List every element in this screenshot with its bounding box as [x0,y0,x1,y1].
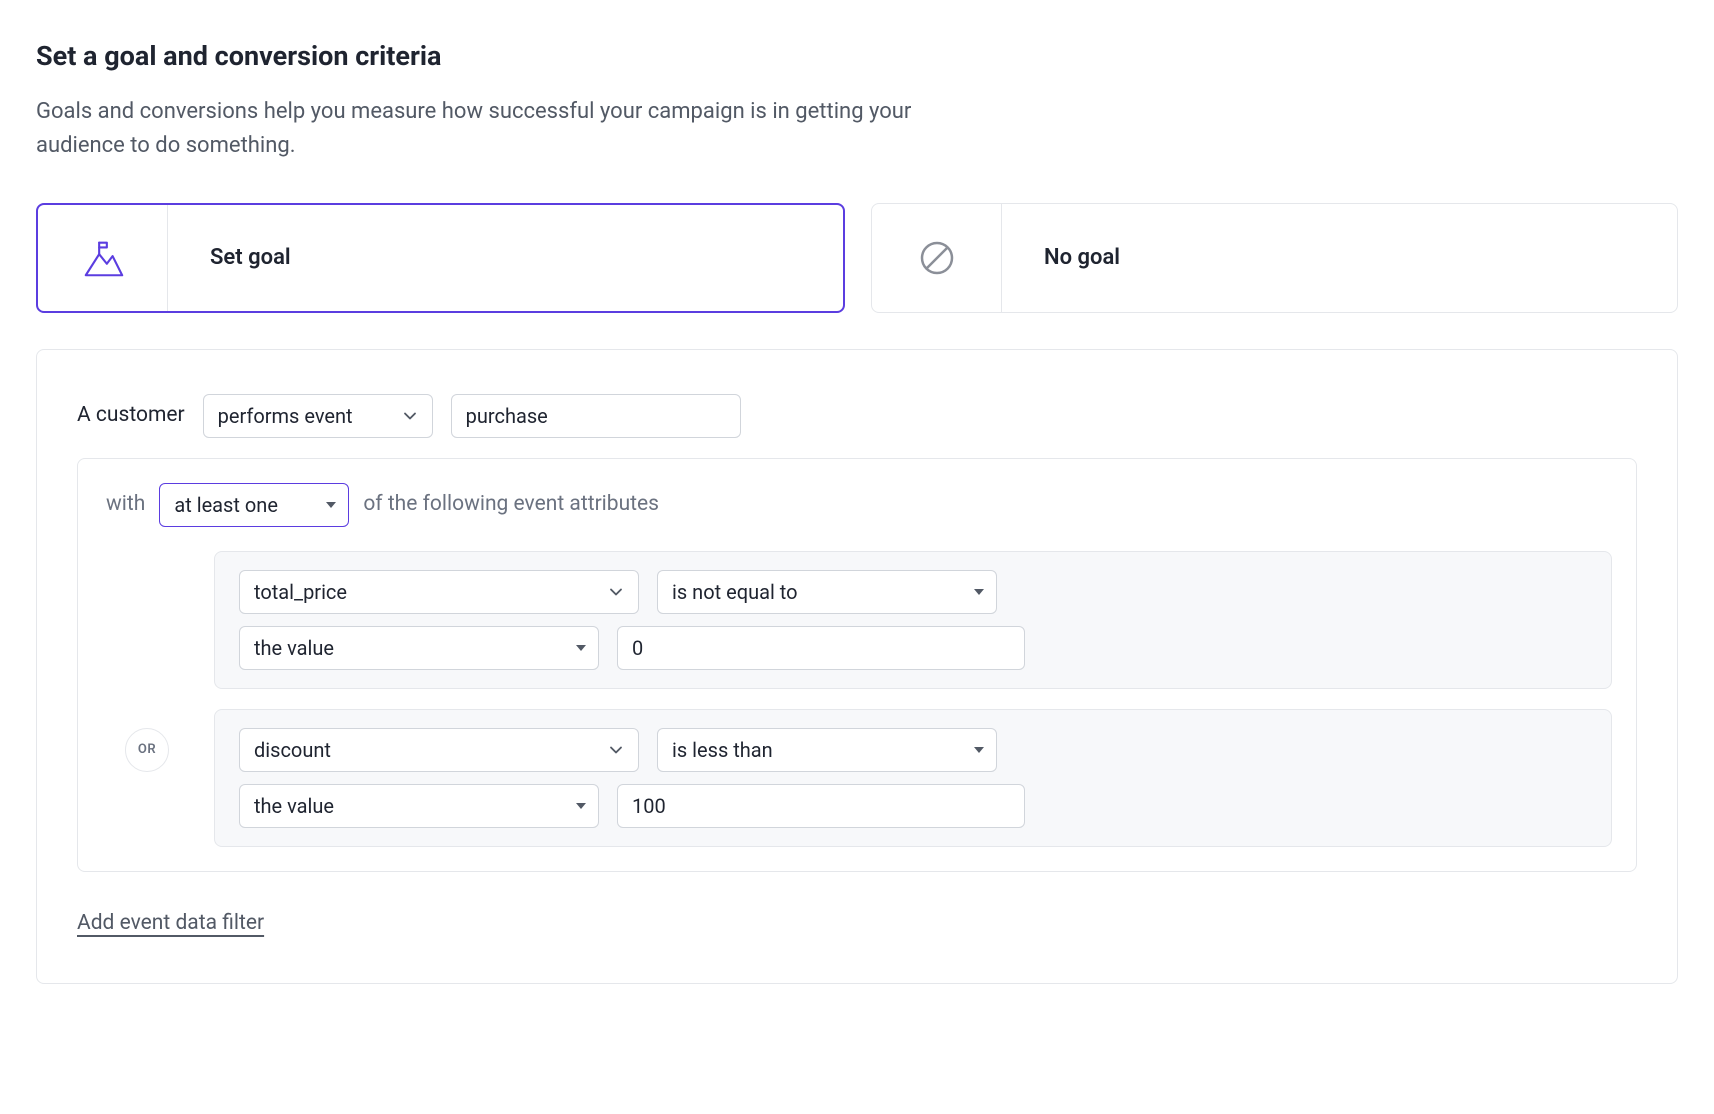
page-description: Goals and conversions help you measure h… [36,95,936,163]
action-select-value: performs event [218,401,353,431]
no-goal-tile[interactable]: No goal [871,203,1678,313]
triangle-down-icon [576,643,586,653]
attribute-select[interactable]: discount [239,728,639,772]
chevron-down-icon [400,406,420,426]
set-goal-label: Set goal [168,205,843,311]
value-input[interactable]: 0 [617,626,1025,670]
set-goal-tile[interactable]: Set goal [36,203,845,313]
action-select[interactable]: performs event [203,394,433,438]
operator-select[interactable]: is not equal to [657,570,997,614]
with-label: with [106,489,145,521]
criteria-panel: A customer performs event purchase with … [36,349,1678,985]
operator-value: is less than [672,735,773,765]
page-title: Set a goal and conversion criteria [36,36,1678,77]
filters-list: total_price is not equal to [106,551,1612,847]
event-name-value: purchase [466,401,548,431]
chevron-down-icon [606,740,626,760]
or-join-badge: OR [125,728,169,772]
no-goal-label: No goal [1002,204,1677,312]
operator-value: is not equal to [672,577,798,607]
filter-group: OR discount is less than [214,709,1612,847]
attribute-select[interactable]: total_price [239,570,639,614]
value-type-value: the value [254,791,334,821]
triangle-down-icon [326,500,336,510]
criteria-lead-text: A customer [77,400,185,432]
event-name-input[interactable]: purchase [451,394,741,438]
goal-type-tiles: Set goal No goal [36,203,1678,313]
value-type-select[interactable]: the value [239,626,599,670]
value-text: 0 [632,633,643,663]
attribute-value: discount [254,735,331,765]
filter-group: total_price is not equal to [214,551,1612,689]
mountain-flag-icon [38,205,168,311]
quantifier-select[interactable]: at least one [159,483,349,527]
event-attributes-panel: with at least one of the following event… [77,458,1637,872]
value-text: 100 [632,791,666,821]
triangle-down-icon [576,801,586,811]
value-type-select[interactable]: the value [239,784,599,828]
value-type-value: the value [254,633,334,663]
operator-select[interactable]: is less than [657,728,997,772]
trailing-label: of the following event attributes [363,489,659,521]
criteria-sentence: A customer performs event purchase [77,394,1637,438]
triangle-down-icon [974,587,984,597]
chevron-down-icon [606,582,626,602]
event-attributes-header: with at least one of the following event… [106,483,1612,527]
no-goal-icon [872,204,1002,312]
add-event-data-filter-link[interactable]: Add event data filter [77,908,264,940]
quantifier-value: at least one [174,490,278,520]
value-input[interactable]: 100 [617,784,1025,828]
goal-conversion-section: Set a goal and conversion criteria Goals… [0,0,1714,1044]
triangle-down-icon [974,745,984,755]
attribute-value: total_price [254,577,347,607]
